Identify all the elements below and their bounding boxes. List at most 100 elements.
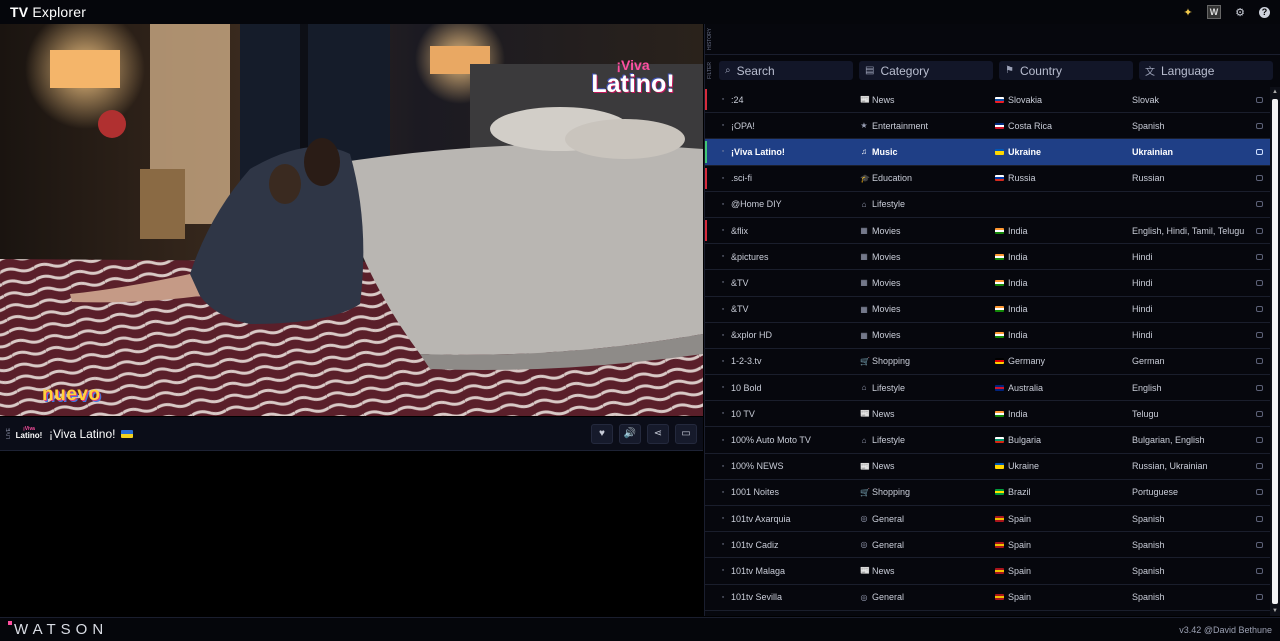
channel-row[interactable]: ▫ 100% NEWS 📰 News Ukraine Russian, Ukrainian xyxy=(705,454,1271,480)
channel-name: 101tv Malaga xyxy=(731,565,786,576)
channel-language: Hindi xyxy=(1132,330,1153,341)
channel-row[interactable]: ▫ 101tv Axarquia ◎ General Spain Spanish xyxy=(705,506,1271,533)
category-icon: 🛒 xyxy=(860,356,870,366)
favorite-icon[interactable] xyxy=(1256,201,1263,208)
channel-category: ▦ Movies xyxy=(860,330,901,341)
category-icon: 📰 xyxy=(860,95,870,105)
channel-row[interactable]: ▫ ¡OPA! ★ Entertainment Costa Rica Spanish xyxy=(705,113,1271,140)
country-flag-icon xyxy=(995,306,1004,313)
channel-country: Costa Rica xyxy=(995,121,1132,131)
category-icon: ◎ xyxy=(860,540,868,550)
status-mark xyxy=(705,351,707,372)
channel-category: ▦ Movies xyxy=(860,251,901,262)
filter-tag[interactable]: FILTER xyxy=(707,62,713,79)
favorite-icon[interactable] xyxy=(1256,541,1263,548)
channel-logo-icon: ▫ xyxy=(721,305,725,313)
channel-category: ▦ Movies xyxy=(860,225,901,236)
language-icon: 文 xyxy=(1145,67,1155,78)
channel-logo-icon: ▫ xyxy=(721,384,725,392)
channel-country: Spain xyxy=(995,540,1132,550)
favorite-icon[interactable] xyxy=(1256,122,1263,129)
channel-language: Hindi xyxy=(1132,277,1153,288)
status-mark xyxy=(705,429,707,450)
sparkle-icon[interactable]: ✦ xyxy=(1181,5,1195,19)
country-flag-icon xyxy=(995,253,1004,260)
favorite-icon[interactable] xyxy=(1256,227,1263,234)
category-filter-button[interactable]: ▤ Category xyxy=(859,61,993,80)
channel-row[interactable]: ▫ 10 TV 📰 News India Telugu xyxy=(705,401,1271,428)
channel-row[interactable]: ▫ .sci-fi 🎓 Education Russia Russian xyxy=(705,166,1271,192)
category-icon: ▦ xyxy=(860,252,868,262)
favorite-icon[interactable] xyxy=(1256,253,1263,260)
scrollbar-thumb[interactable] xyxy=(1272,99,1278,604)
favorite-icon[interactable] xyxy=(1256,175,1263,182)
channel-row[interactable]: ▫ @Home DIY ⌂ Lifestyle xyxy=(705,192,1271,218)
favorite-icon[interactable] xyxy=(1256,148,1263,155)
channel-row[interactable]: ▫ 101tv Sevilla ◎ General Spain Spanish xyxy=(705,585,1271,611)
channel-row[interactable]: ▫ 101tv Cadiz ◎ General Spain Spanish xyxy=(705,532,1271,559)
status-mark xyxy=(705,508,707,529)
country-filter-button[interactable]: ⚑ Country xyxy=(999,61,1133,80)
favorite-icon[interactable] xyxy=(1256,410,1263,417)
favorite-icon[interactable] xyxy=(1256,279,1263,286)
channel-category: ◎ General xyxy=(860,592,905,603)
favorite-icon[interactable] xyxy=(1256,594,1263,601)
favorite-icon[interactable] xyxy=(1256,489,1263,496)
channel-name: 101tv Axarquia xyxy=(731,513,791,524)
now-playing-title: ¡Viva Latino! xyxy=(49,426,116,441)
channel-row[interactable]: ▫ 100% Auto Moto TV ⌂ Lifestyle Bulgaria Bulg… xyxy=(705,427,1271,454)
favorite-button[interactable]: ♥ xyxy=(591,423,613,444)
history-tag[interactable]: HISTORY xyxy=(707,28,713,50)
favorite-icon[interactable] xyxy=(1256,306,1263,313)
now-playing-bar: LIVE ¡Viva Latino! ¡Viva Latino! ♥ 🔊 ⋖ ▭ xyxy=(0,417,703,451)
favorite-icon[interactable] xyxy=(1256,567,1263,574)
channel-row[interactable]: ▫ &TV ▦ Movies India Hindi xyxy=(705,297,1271,323)
favorite-icon[interactable] xyxy=(1256,358,1263,365)
channel-country: India xyxy=(995,330,1132,340)
category-icon: ⌂ xyxy=(861,199,867,209)
volume-button[interactable]: 🔊 xyxy=(619,423,641,444)
channel-row[interactable]: ▫ 10 Bold ⌂ Lifestyle Australia English xyxy=(705,375,1271,402)
status-mark xyxy=(705,377,707,398)
country-flag-icon xyxy=(995,541,1004,548)
category-icon: ♫ xyxy=(861,147,867,157)
channel-row[interactable]: ▫ &xplor HD ▦ Movies India Hindi xyxy=(705,323,1271,349)
gear-icon[interactable]: ⚙ xyxy=(1233,5,1247,19)
channel-category: ⌂ Lifestyle xyxy=(861,435,906,446)
watson-w-icon[interactable]: W xyxy=(1207,5,1221,19)
share-button[interactable]: ⋖ xyxy=(647,423,669,444)
language-filter-button[interactable]: 文 Language xyxy=(1139,61,1273,80)
search-filter-button[interactable]: ⌕ Search xyxy=(719,61,853,80)
channel-row[interactable]: ▫:24 📰 News Slovakia Slovak xyxy=(705,87,1271,114)
channel-row[interactable]: ▫ 1-2-3.tv 🛒 Shopping Germany German xyxy=(705,349,1271,376)
channel-name: &pictures xyxy=(731,251,769,262)
channel-row[interactable]: ▫ 101tv Malaga 📰 News Spain Spanish xyxy=(705,558,1271,585)
scrollbar[interactable]: ▲ ▼ xyxy=(1270,87,1280,616)
status-mark xyxy=(705,560,707,581)
channel-row[interactable]: ▫ &TV ▦ Movies India Hindi xyxy=(705,270,1271,297)
video-player[interactable]: ¡Viva Latino! nuevo xyxy=(0,24,703,416)
scroll-up-icon[interactable]: ▲ xyxy=(1272,89,1278,95)
watson-brand: WATSON xyxy=(8,621,108,638)
channel-row[interactable]: ▫ &flix ▦ Movies India English, Hindi, Tamil,… xyxy=(705,218,1271,245)
scroll-down-icon[interactable]: ▼ xyxy=(1272,608,1278,614)
favorite-icon[interactable] xyxy=(1256,384,1263,391)
channel-row[interactable]: ▫ 1001 Noites 🛒 Shopping Brazil Portuguese xyxy=(705,480,1271,506)
channel-logo-icon: ▫ xyxy=(721,462,725,470)
tv-button[interactable]: ▭ xyxy=(675,423,697,444)
country-flag-icon xyxy=(995,594,1004,601)
status-mark xyxy=(705,115,707,136)
favorite-icon[interactable] xyxy=(1256,96,1263,103)
favorite-icon[interactable] xyxy=(1256,515,1263,522)
favorite-icon[interactable] xyxy=(1256,463,1263,470)
status-mark xyxy=(705,167,707,189)
help-icon[interactable]: ? xyxy=(1259,6,1270,18)
channel-country: Spain xyxy=(995,566,1132,576)
favorite-icon[interactable] xyxy=(1256,437,1263,444)
category-icon: 🛒 xyxy=(860,487,870,497)
channel-country: India xyxy=(995,252,1132,262)
channel-row[interactable]: ▫ ¡Viva Latino! ♫ Music Ukraine Ukrainian xyxy=(705,139,1271,166)
channel-row[interactable]: ▫ &pictures ▦ Movies India Hindi xyxy=(705,244,1271,271)
channel-language: Slovak xyxy=(1132,94,1160,105)
favorite-icon[interactable] xyxy=(1256,332,1263,339)
